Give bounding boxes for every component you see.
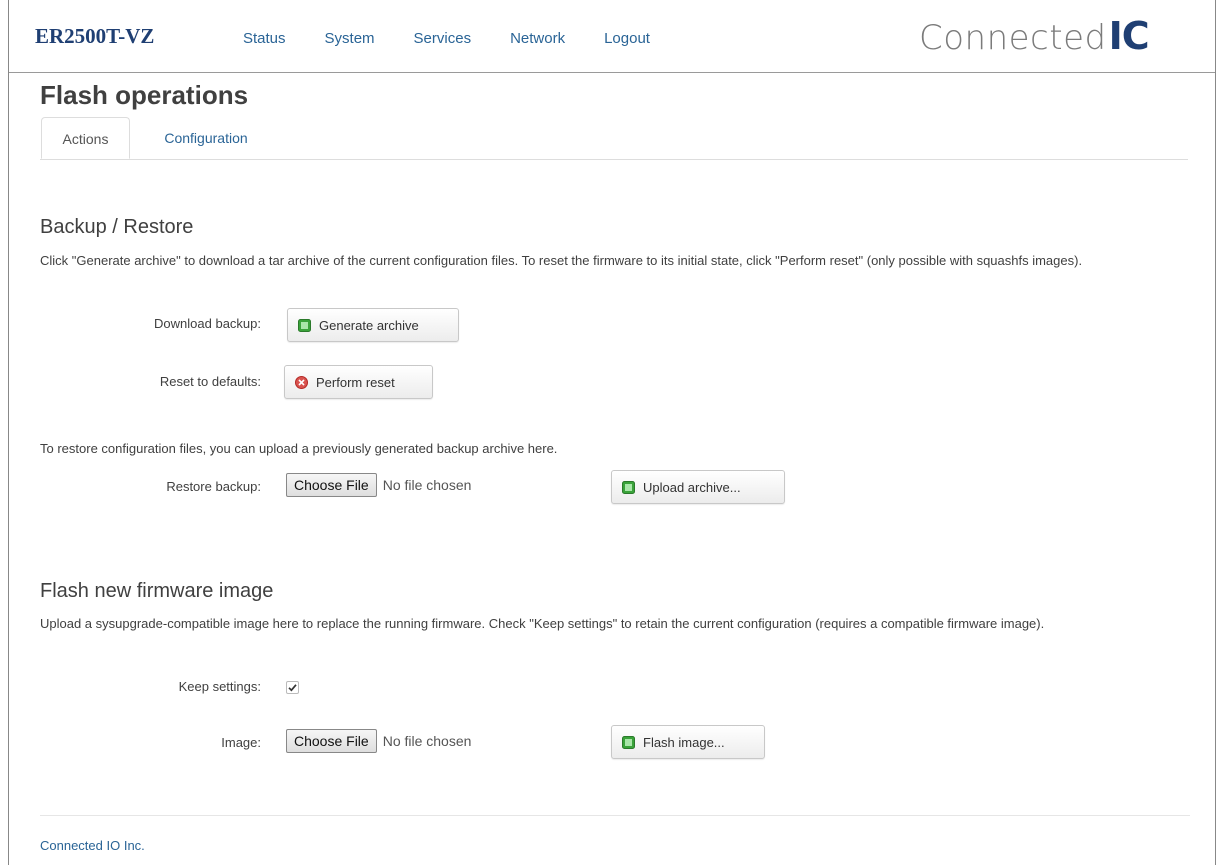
restore-choose-file-button[interactable]: Choose File (286, 473, 377, 497)
reset-defaults-label: Reset to defaults: (159, 374, 261, 389)
restore-file-status: No file chosen (382, 477, 472, 493)
image-choose-file-button[interactable]: Choose File (286, 729, 377, 753)
image-file-input[interactable]: Choose File No file chosen (286, 729, 471, 753)
tab-actions[interactable]: Actions (41, 117, 130, 159)
restore-description: To restore configuration files, you can … (40, 441, 558, 456)
footer-divider (40, 815, 1190, 816)
backup-description: Click "Generate archive" to download a t… (40, 253, 1083, 268)
flash-image-button[interactable]: Flash image... (611, 725, 765, 759)
flash-image-label: Flash image... (643, 734, 725, 750)
flash-section-title: Flash new firmware image (40, 580, 274, 602)
nav-services[interactable]: Services (414, 30, 472, 47)
upload-archive-label: Upload archive... (643, 479, 741, 495)
upload-archive-button[interactable]: Upload archive... (611, 470, 785, 504)
logo-mark: IC (1108, 14, 1150, 58)
perform-reset-button[interactable]: Perform reset (284, 365, 433, 399)
apply-icon (622, 480, 635, 494)
restore-file-input[interactable]: Choose File No file chosen (286, 473, 471, 497)
keep-settings-checkbox[interactable] (286, 681, 299, 694)
apply-icon (622, 735, 635, 749)
nav-status[interactable]: Status (243, 30, 286, 47)
reset-icon (295, 375, 308, 389)
generate-archive-button[interactable]: Generate archive (287, 308, 459, 342)
footer-link[interactable]: Connected IO Inc. (40, 838, 145, 853)
checkmark-icon (288, 684, 297, 692)
tab-configuration[interactable]: Configuration (144, 117, 268, 159)
tab-bar: Actions Configuration (40, 117, 1188, 160)
nav-logout[interactable]: Logout (604, 30, 650, 47)
keep-settings-label: Keep settings: (178, 679, 261, 694)
header: ER2500T-VZ Status System Services Networ… (9, 0, 1215, 73)
nav-network[interactable]: Network (510, 30, 565, 47)
restore-backup-label: Restore backup: (166, 479, 261, 494)
device-name: ER2500T-VZ (35, 24, 155, 48)
download-backup-label: Download backup: (154, 316, 261, 331)
image-file-status: No file chosen (382, 733, 472, 749)
generate-archive-label: Generate archive (319, 317, 419, 333)
app-frame: ER2500T-VZ Status System Services Networ… (8, 0, 1216, 865)
page-title: Flash operations (40, 80, 249, 110)
nav-system[interactable]: System (325, 30, 375, 47)
apply-icon (298, 318, 311, 332)
connectedio-logo: Connected IC (919, 14, 1150, 58)
main-nav: Status System Services Network Logout (243, 30, 689, 47)
perform-reset-label: Perform reset (316, 374, 395, 390)
flash-description: Upload a sysupgrade-compatible image her… (40, 616, 1045, 631)
backup-section-title: Backup / Restore (40, 216, 194, 238)
image-label: Image: (221, 735, 261, 750)
logo-text: Connected (919, 18, 1107, 58)
